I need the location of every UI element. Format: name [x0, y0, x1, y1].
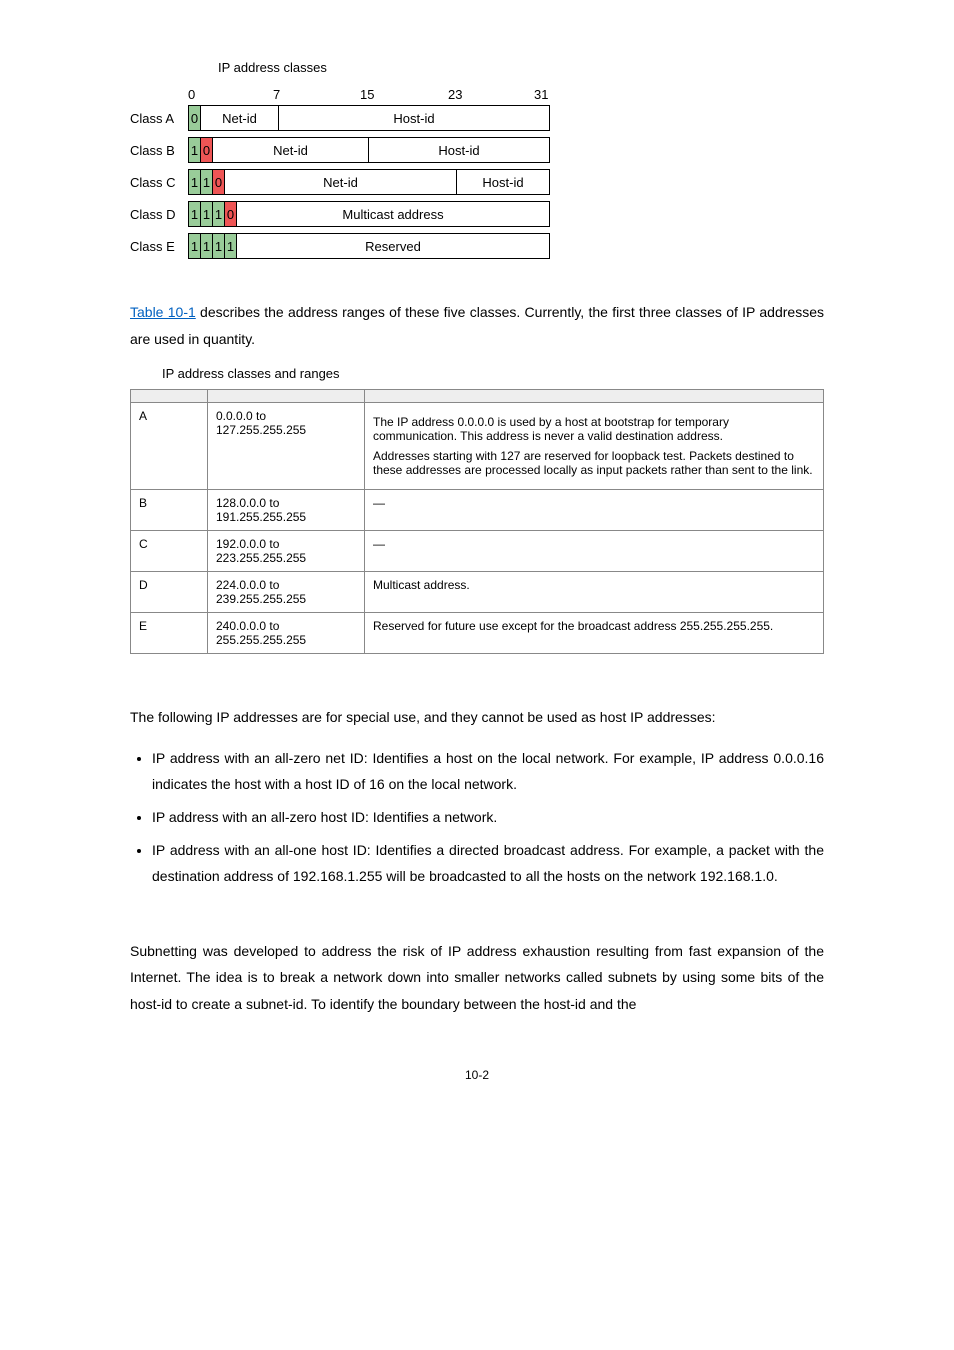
class-d-row: Class D 1 1 1 0 Multicast address — [130, 201, 824, 227]
ip-class-table: A 0.0.0.0 to 127.255.255.255 The IP addr… — [130, 389, 824, 654]
para-tablelink-rest: describes the address ranges of these fi… — [130, 304, 824, 347]
class-e-reserved: Reserved — [237, 234, 549, 258]
tick-0: 0 — [188, 87, 195, 102]
tick-23: 23 — [448, 87, 462, 102]
cell-class-b: B — [131, 490, 208, 531]
tick-15: 15 — [360, 87, 374, 102]
para-special-intro: The following IP addresses are for speci… — [130, 704, 824, 731]
cell-desc-e: Reserved for future use except for the b… — [365, 613, 824, 654]
class-d-label: Class D — [130, 207, 188, 222]
class-c-hostid: Host-id — [457, 170, 549, 194]
class-b-hostid: Host-id — [369, 138, 549, 162]
class-a-bit-0: 0 — [189, 106, 201, 130]
para-subnetting: Subnetting was developed to address the … — [130, 938, 824, 1018]
cell-range-e: 240.0.0.0 to 255.255.255.255 — [208, 613, 365, 654]
th-range — [208, 390, 365, 403]
class-a-row: Class A 0 Net-id Host-id — [130, 105, 824, 131]
cell-desc-a: The IP address 0.0.0.0 is used by a host… — [365, 403, 824, 490]
para-tablelink: Table 10-1 describes the address ranges … — [130, 299, 824, 352]
class-d-bit-2: 1 — [213, 202, 225, 226]
class-c-label: Class C — [130, 175, 188, 190]
class-d-bit-3: 0 — [225, 202, 237, 226]
desc-a-2: Addresses starting with 127 are reserved… — [373, 449, 815, 477]
tick-7: 7 — [273, 87, 280, 102]
cell-class-e: E — [131, 613, 208, 654]
class-a-hostid: Host-id — [279, 106, 549, 130]
cell-desc-b: — — [365, 490, 824, 531]
class-a-netid: Net-id — [201, 106, 279, 130]
special-bullets: IP address with an all-zero net ID: Iden… — [130, 745, 824, 890]
class-e-bit-1: 1 — [201, 234, 213, 258]
list-item: IP address with an all-one host ID: Iden… — [152, 837, 824, 890]
table-row: C 192.0.0.0 to 223.255.255.255 — — [131, 531, 824, 572]
class-a-label: Class A — [130, 111, 188, 126]
list-item: IP address with an all-zero net ID: Iden… — [152, 745, 824, 798]
class-b-row: Class B 1 0 Net-id Host-id — [130, 137, 824, 163]
class-e-bit-2: 1 — [213, 234, 225, 258]
class-c-bit-2: 0 — [213, 170, 225, 194]
cell-class-a: A — [131, 403, 208, 490]
cell-class-d: D — [131, 572, 208, 613]
class-d-bit-1: 1 — [201, 202, 213, 226]
class-e-label: Class E — [130, 239, 188, 254]
cell-range-c: 192.0.0.0 to 223.255.255.255 — [208, 531, 365, 572]
th-desc — [365, 390, 824, 403]
class-c-row: Class C 1 1 0 Net-id Host-id — [130, 169, 824, 195]
page-number: 10-2 — [130, 1068, 824, 1082]
class-b-label: Class B — [130, 143, 188, 158]
desc-a-1: The IP address 0.0.0.0 is used by a host… — [373, 415, 815, 443]
class-b-bit-1: 0 — [201, 138, 213, 162]
cell-desc-d: Multicast address. — [365, 572, 824, 613]
class-b-bit-0: 1 — [189, 138, 201, 162]
class-d-bit-0: 1 — [189, 202, 201, 226]
cell-range-d: 224.0.0.0 to 239.255.255.255 — [208, 572, 365, 613]
table-row: B 128.0.0.0 to 191.255.255.255 — — [131, 490, 824, 531]
table-row: A 0.0.0.0 to 127.255.255.255 The IP addr… — [131, 403, 824, 490]
table-link[interactable]: Table 10-1 — [130, 304, 196, 320]
th-class — [131, 390, 208, 403]
class-e-bit-0: 1 — [189, 234, 201, 258]
cell-range-a: 0.0.0.0 to 127.255.255.255 — [208, 403, 365, 490]
class-c-netid: Net-id — [225, 170, 457, 194]
ip-class-diagram: 0 7 15 23 31 Class A 0 Net-id Host-id Cl… — [130, 87, 824, 259]
class-e-bit-3: 1 — [225, 234, 237, 258]
class-d-multicast: Multicast address — [237, 202, 549, 226]
table-row: D 224.0.0.0 to 239.255.255.255 Multicast… — [131, 572, 824, 613]
class-c-bit-0: 1 — [189, 170, 201, 194]
tick-31: 31 — [534, 87, 548, 102]
table-caption: IP address classes and ranges — [162, 366, 824, 381]
class-c-bit-1: 1 — [201, 170, 213, 194]
figure-caption: IP address classes — [218, 60, 824, 75]
cell-class-c: C — [131, 531, 208, 572]
cell-range-b: 128.0.0.0 to 191.255.255.255 — [208, 490, 365, 531]
table-row: E 240.0.0.0 to 255.255.255.255 Reserved … — [131, 613, 824, 654]
cell-desc-c: — — [365, 531, 824, 572]
list-item: IP address with an all-zero host ID: Ide… — [152, 804, 824, 831]
class-e-row: Class E 1 1 1 1 Reserved — [130, 233, 824, 259]
class-b-netid: Net-id — [213, 138, 369, 162]
